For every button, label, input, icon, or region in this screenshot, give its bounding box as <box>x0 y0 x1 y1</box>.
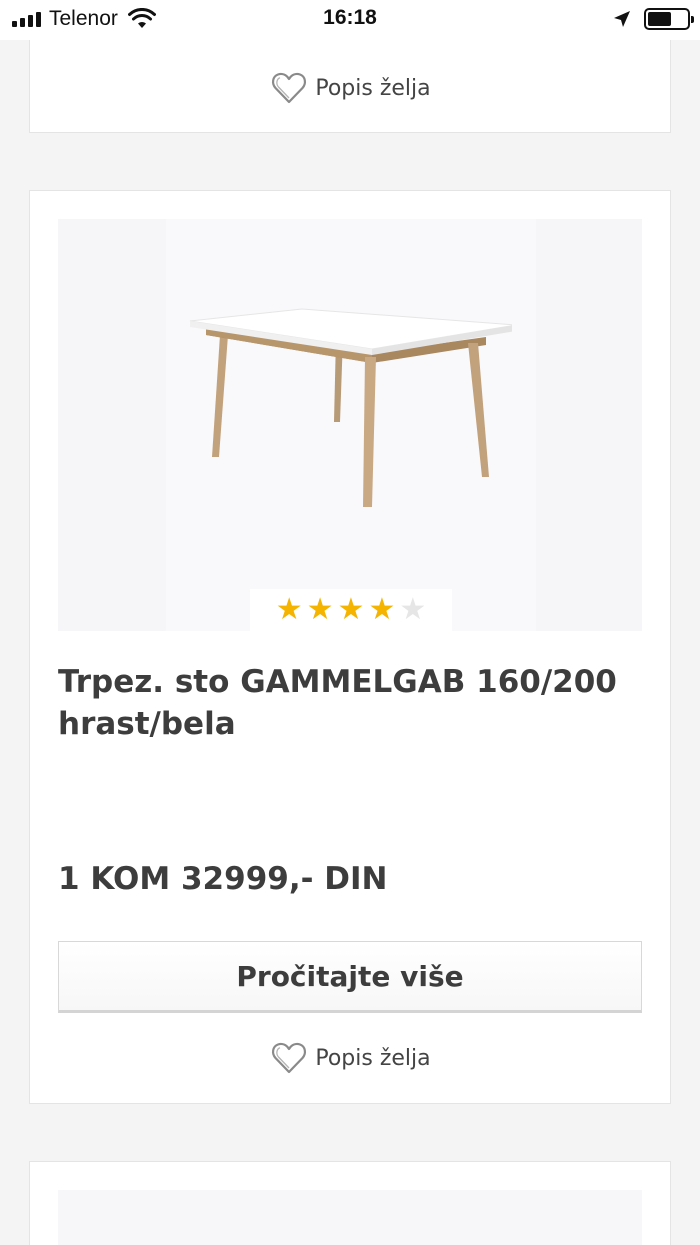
status-bar: Telenor 16:18 <box>0 0 700 40</box>
wishlist-label: Popis želja <box>315 1045 431 1071</box>
battery-icon <box>644 8 694 30</box>
heart-outline-icon <box>272 1042 307 1074</box>
star-rating: ★ ★ ★ ★ ★ <box>250 589 452 631</box>
star-filled-icon: ★ <box>306 592 334 627</box>
battery-fill <box>648 12 671 26</box>
read-more-button[interactable]: Pročitajte više <box>58 941 642 1013</box>
product-title[interactable]: Trpez. sto GAMMELGAB 160/200 hrast/bela <box>58 661 642 745</box>
product-image[interactable] <box>58 219 642 631</box>
star-filled-icon: ★ <box>337 592 365 627</box>
clock: 16:18 <box>323 6 377 29</box>
wishlist-label: Popis želja <box>315 75 431 101</box>
wishlist-button[interactable]: Popis želja <box>30 71 672 105</box>
product-card-next <box>29 1161 671 1245</box>
dining-table-image <box>189 308 512 507</box>
product-card: ★ ★ ★ ★ ★ Trpez. sto GAMMELGAB 160/200 hrast… <box>29 190 671 1104</box>
status-right <box>612 8 694 30</box>
heart-outline-icon <box>272 72 307 104</box>
star-empty-icon: ★ <box>399 592 427 627</box>
product-image[interactable] <box>58 1190 642 1245</box>
star-filled-icon: ★ <box>368 592 396 627</box>
product-price: 1 KOM 32999,- DIN <box>58 861 388 897</box>
star-filled-icon: ★ <box>275 592 303 627</box>
wishlist-button[interactable]: Popis želja <box>30 1041 672 1075</box>
location-arrow-icon <box>614 11 630 27</box>
